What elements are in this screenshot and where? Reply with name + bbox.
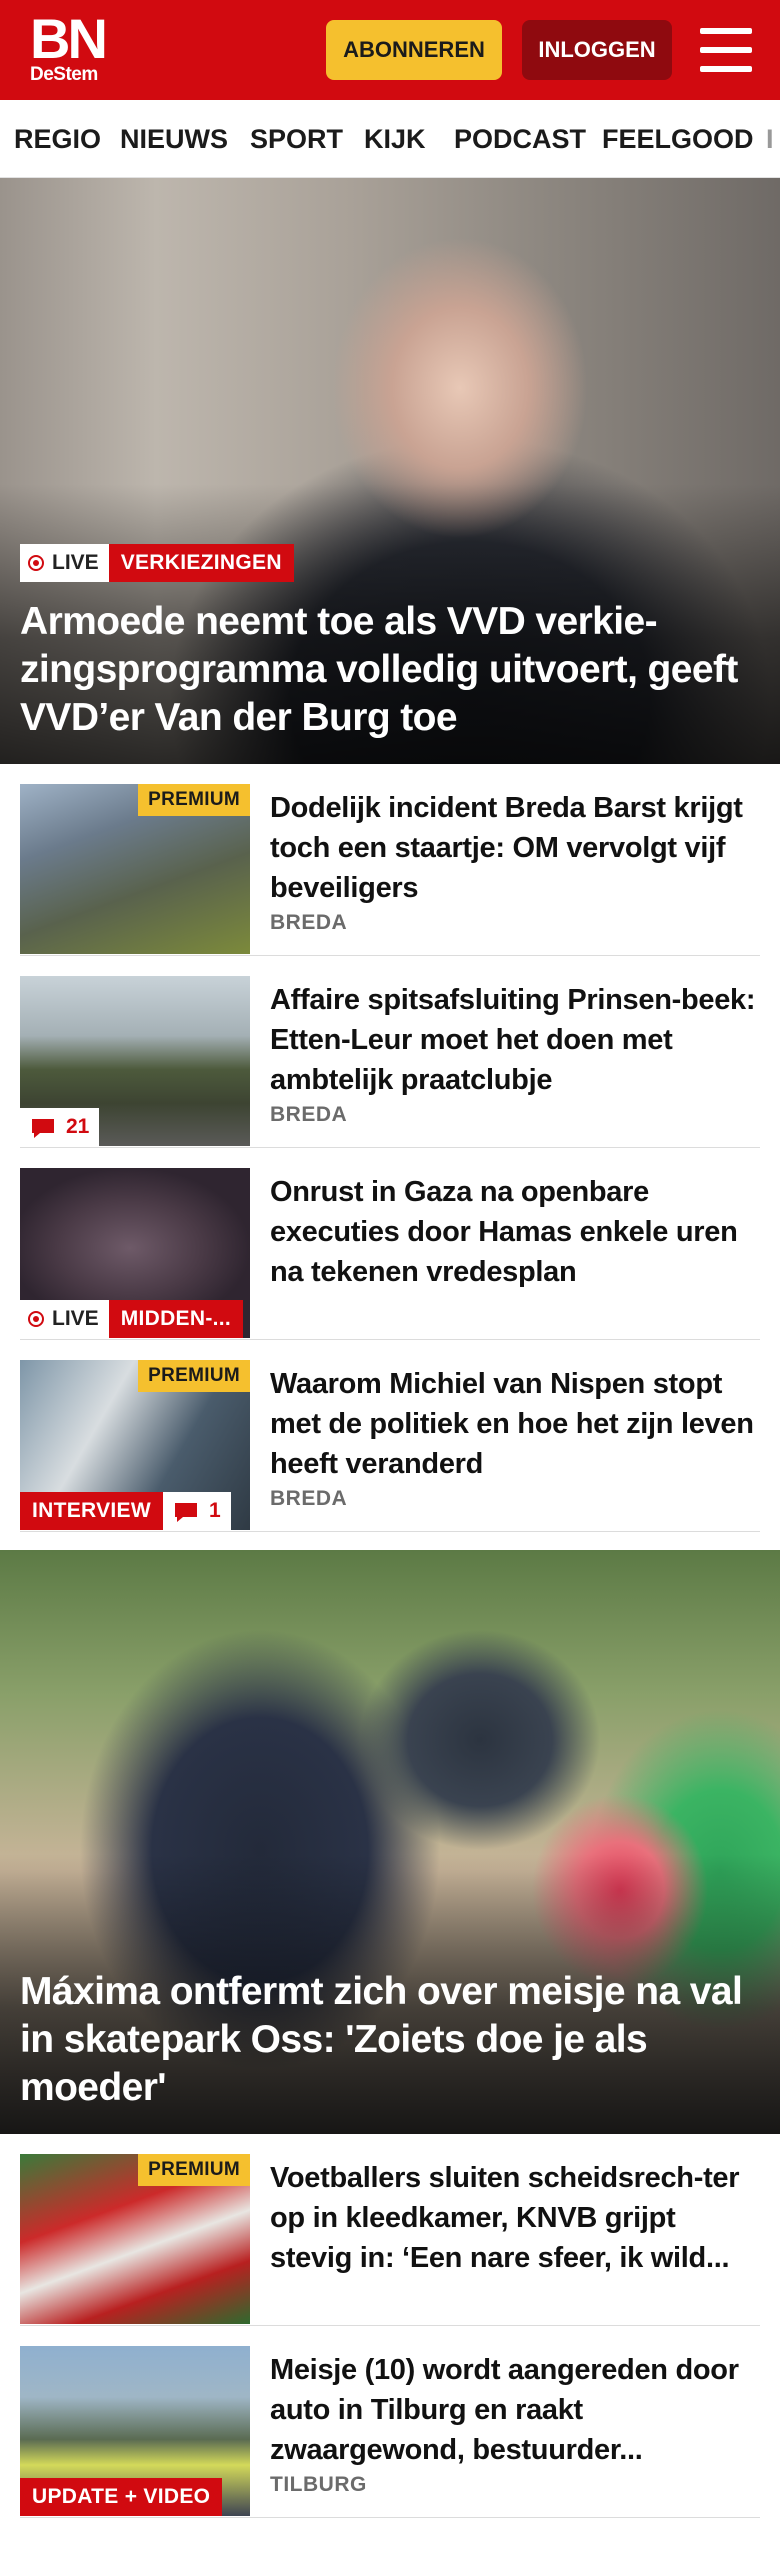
topic-tag: MIDDEN-... (108, 1300, 244, 1338)
article-title[interactable]: Waarom Michiel van Nispen stopt met de p… (270, 1364, 760, 1484)
hero-title[interactable]: Armoede neemt toe als VVD verkie-zingspr… (20, 598, 750, 742)
thumbnail-labels: LIVE MIDDEN-... (20, 1300, 244, 1338)
top-header: BN DeStem ABONNEREN INLOGGEN (0, 0, 780, 100)
comment-bubble-icon (30, 1117, 56, 1138)
nav-item-sport[interactable]: SPORT (250, 100, 343, 177)
nav-item-kijk[interactable]: KIJK (364, 100, 426, 177)
nav-item-more[interactable]: I (766, 100, 774, 177)
article-thumbnail[interactable]: PREMIUM INTERVIEW 1 (20, 1360, 250, 1530)
article-thumbnail[interactable]: UPDATE + VIDEO (20, 2346, 250, 2516)
article-location: BREDA (270, 1103, 348, 1126)
live-badge: LIVE (20, 544, 109, 582)
article-row[interactable]: LIVE MIDDEN-... Onrust in Gaza na openba… (20, 1168, 760, 1340)
thumbnail-labels: 21 (20, 1108, 100, 1146)
comment-count-value: 21 (66, 1115, 90, 1138)
site-logo[interactable]: BN DeStem (30, 7, 112, 88)
article-thumbnail[interactable]: PREMIUM (20, 784, 250, 954)
article-title[interactable]: Onrust in Gaza na openbare executies doo… (270, 1172, 760, 1292)
article-location: TILBURG (270, 2473, 367, 2496)
nav-item-regio[interactable]: REGIO (14, 100, 101, 177)
premium-badge: PREMIUM (138, 2154, 250, 2186)
article-row[interactable]: PREMIUM Dodelijk incident Breda Barst kr… (20, 784, 760, 956)
article-title[interactable]: Affaire spitsafsluiting Prinsen-beek: Et… (270, 980, 760, 1100)
article-row[interactable]: 21 Affaire spitsafsluiting Prinsen-beek:… (20, 976, 760, 1148)
nav-item-podcast[interactable]: PODCAST (454, 100, 586, 177)
thumbnail-labels: INTERVIEW 1 (20, 1492, 231, 1530)
hero-labels: LIVE VERKIEZINGEN (20, 544, 294, 582)
live-badge: LIVE (20, 1300, 109, 1338)
live-label: LIVE (52, 551, 99, 574)
hero-article-1[interactable]: LIVE VERKIEZINGEN Armoede neemt toe als … (0, 178, 780, 764)
comment-count[interactable]: 1 (163, 1492, 231, 1530)
hero-article-2[interactable]: Máxima ontfermt zich over meisje na val … (0, 1550, 780, 2134)
live-dot-icon (28, 1311, 44, 1327)
article-thumbnail[interactable]: LIVE MIDDEN-... (20, 1168, 250, 1338)
topic-tag: INTERVIEW (20, 1492, 163, 1530)
article-thumbnail[interactable]: 21 (20, 976, 250, 1146)
topic-tag: VERKIEZINGEN (108, 544, 294, 582)
article-title[interactable]: Dodelijk incident Breda Barst krijgt toc… (270, 788, 760, 908)
comment-count[interactable]: 21 (20, 1108, 100, 1146)
premium-badge: PREMIUM (138, 1360, 250, 1392)
topic-tag: UPDATE + VIDEO (20, 2478, 223, 2516)
article-title[interactable]: Voetballers sluiten scheidsrech-ter op i… (270, 2158, 760, 2278)
hamburger-menu-icon[interactable] (700, 26, 752, 74)
comment-bubble-icon (173, 1501, 199, 1522)
thumbnail-labels: UPDATE + VIDEO (20, 2478, 223, 2516)
section-nav: REGIO NIEUWS SPORT KIJK PODCAST FEELGOOD… (0, 100, 780, 178)
article-location: BREDA (270, 1487, 348, 1510)
subscribe-button[interactable]: ABONNEREN (326, 20, 502, 80)
article-location: BREDA (270, 911, 348, 934)
article-row[interactable]: UPDATE + VIDEO Meisje (10) wordt aangere… (20, 2346, 760, 2518)
logo-main: BN (30, 7, 108, 70)
article-title[interactable]: Meisje (10) wordt aangereden door auto i… (270, 2350, 760, 2470)
nav-item-feelgood[interactable]: FEELGOOD (602, 100, 754, 177)
login-button[interactable]: INLOGGEN (522, 20, 672, 80)
live-dot-icon (28, 555, 44, 571)
nav-item-nieuws[interactable]: NIEUWS (120, 100, 228, 177)
live-label: LIVE (52, 1307, 99, 1330)
article-row[interactable]: PREMIUM INTERVIEW 1 Waarom Michiel van N… (20, 1360, 760, 1532)
comment-count-value: 1 (209, 1499, 221, 1522)
hero-title[interactable]: Máxima ontfermt zich over meisje na val … (20, 1968, 750, 2112)
article-thumbnail[interactable]: PREMIUM (20, 2154, 250, 2324)
premium-badge: PREMIUM (138, 784, 250, 816)
article-row[interactable]: PREMIUM Voetballers sluiten scheidsrech-… (20, 2154, 760, 2326)
